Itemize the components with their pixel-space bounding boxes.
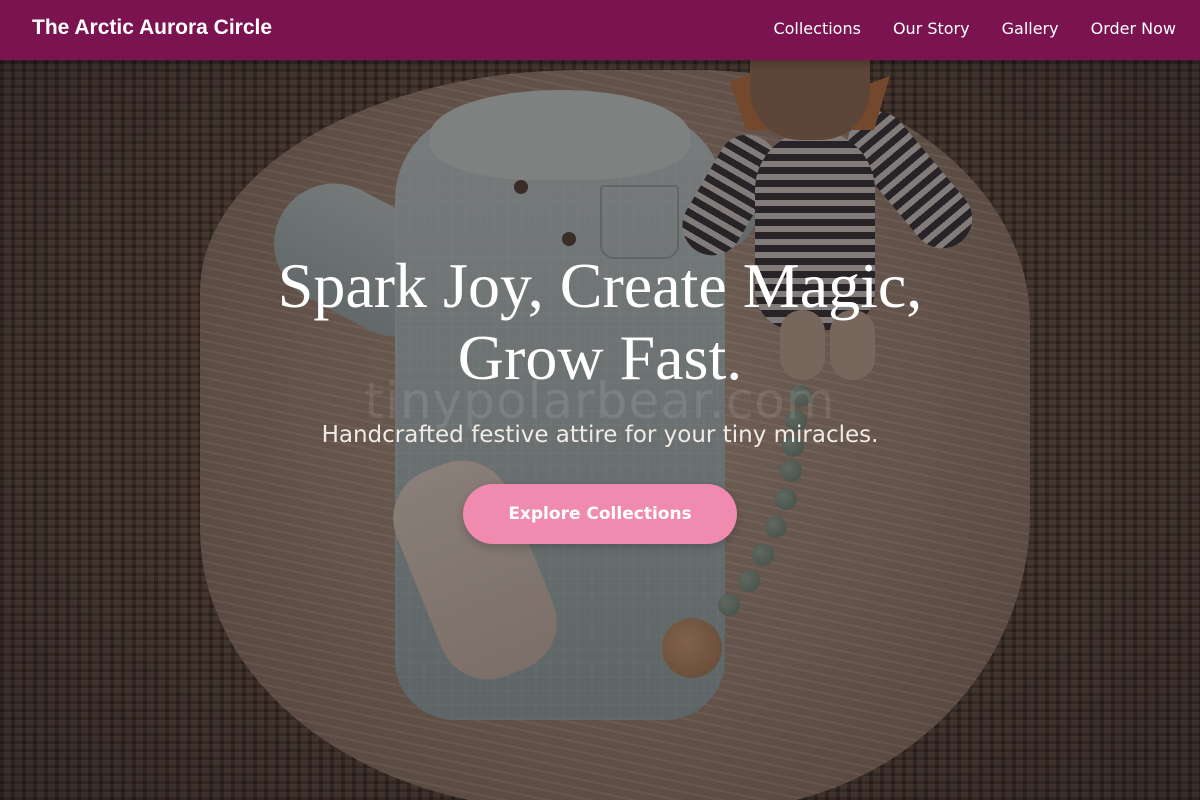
hero-section: Spark Joy, Create Magic, Grow Fast. Hand… bbox=[0, 250, 1200, 544]
nav-link-collections[interactable]: Collections bbox=[773, 19, 860, 38]
top-navbar: The Arctic Aurora Circle Collections Our… bbox=[0, 0, 1200, 60]
hero-headline-line2: Grow Fast. bbox=[457, 322, 743, 393]
nav-links: Collections Our Story Gallery Order Now bbox=[773, 19, 1176, 38]
nav-link-gallery[interactable]: Gallery bbox=[1002, 19, 1059, 38]
page: tinypolarbear.com The Arctic Aurora Circ… bbox=[0, 0, 1200, 800]
hero-headline: Spark Joy, Create Magic, Grow Fast. bbox=[190, 250, 1010, 394]
explore-collections-button[interactable]: Explore Collections bbox=[463, 484, 737, 544]
hero-subtitle: Handcrafted festive attire for your tiny… bbox=[321, 422, 879, 448]
brand-logo-link[interactable]: The Arctic Aurora Circle bbox=[32, 16, 272, 40]
nav-link-order-now[interactable]: Order Now bbox=[1091, 19, 1176, 38]
hero-headline-line1: Spark Joy, Create Magic, bbox=[277, 250, 923, 321]
nav-link-our-story[interactable]: Our Story bbox=[893, 19, 970, 38]
